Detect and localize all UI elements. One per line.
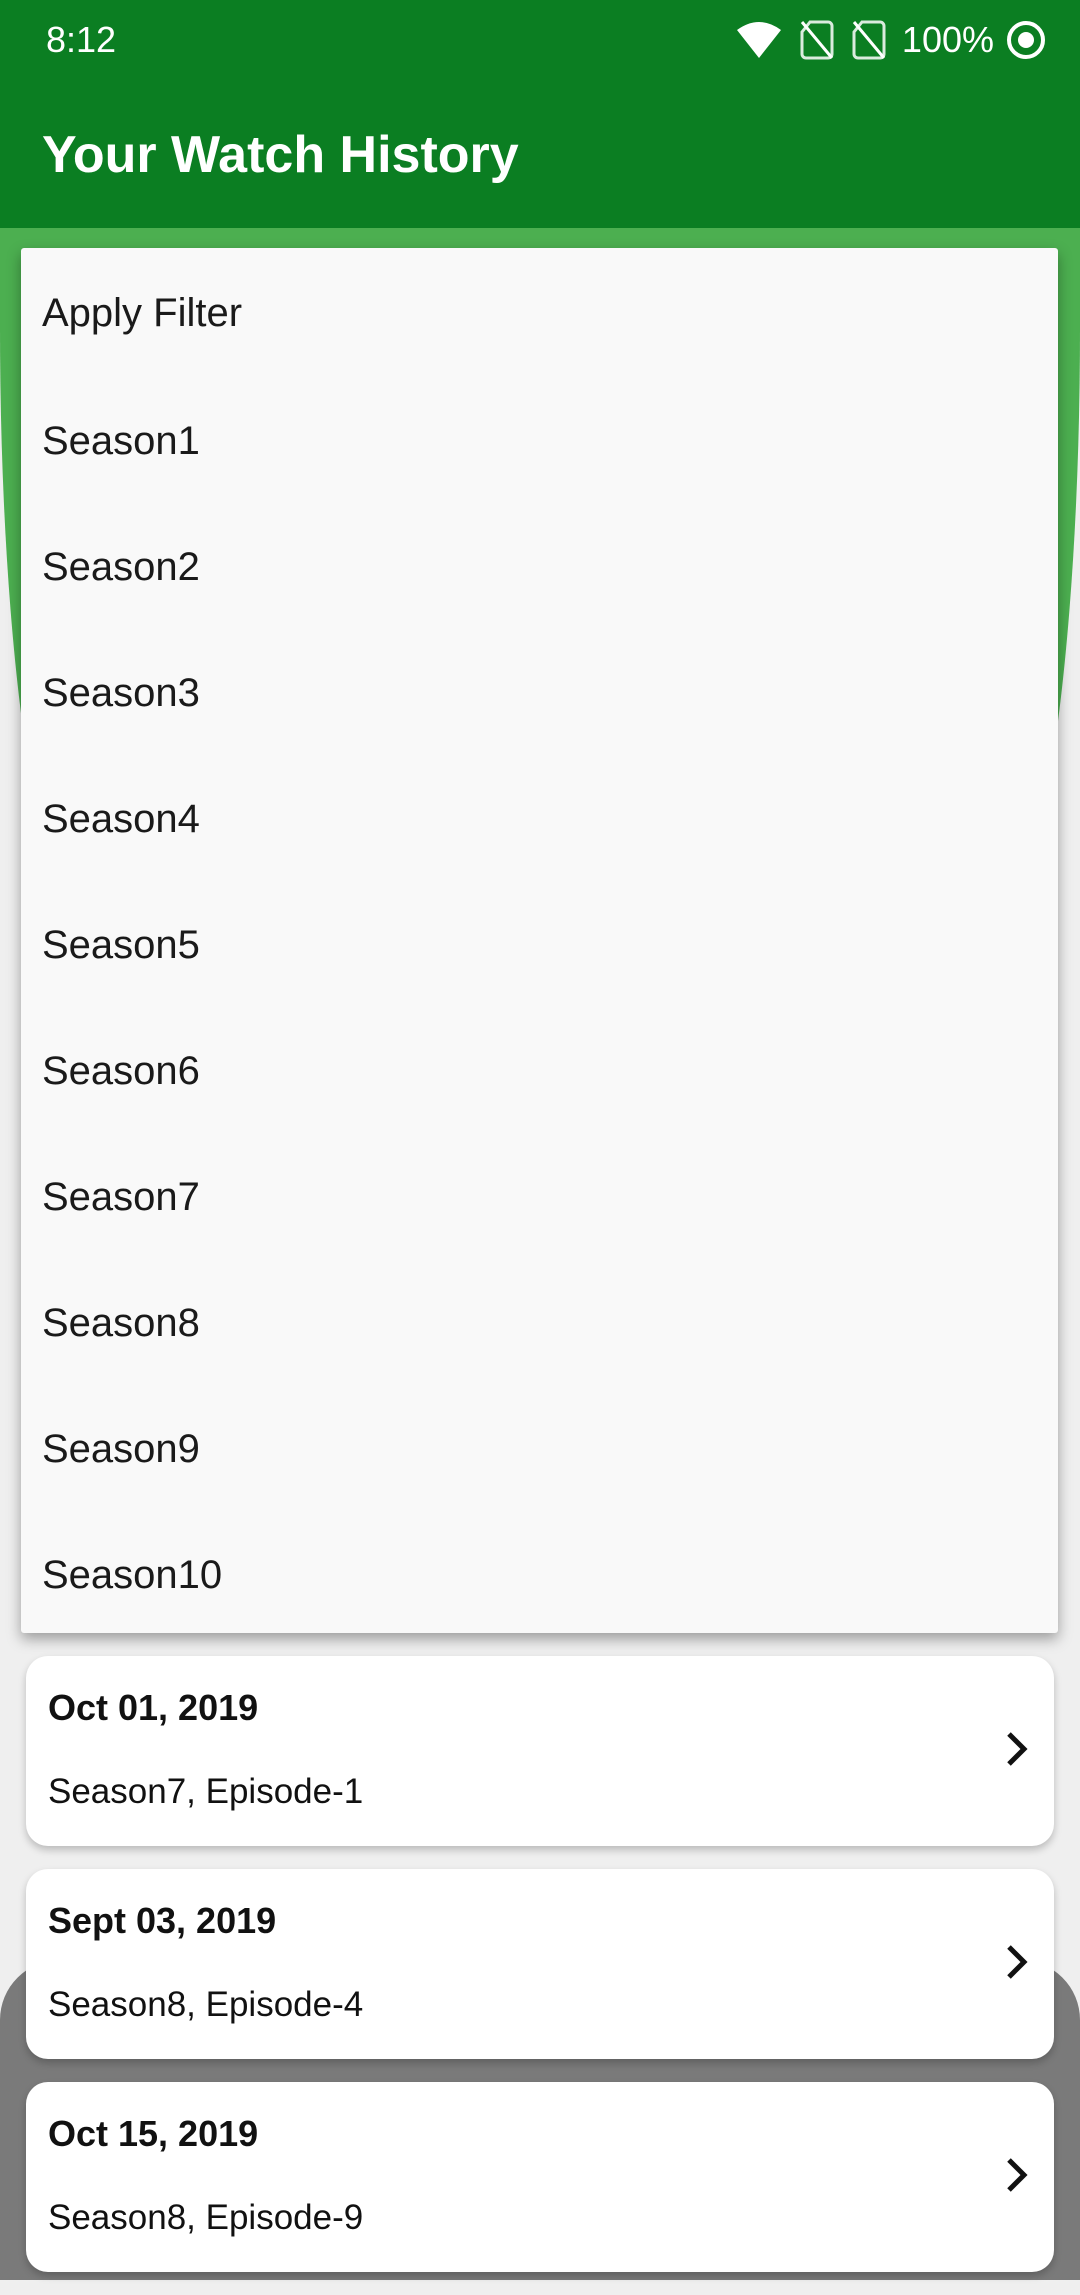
- status-time: 8:12: [46, 19, 117, 60]
- menu-item-season1[interactable]: Season1: [21, 378, 1058, 504]
- chevron-right-icon[interactable]: [992, 1937, 1042, 1987]
- no-sim-icon: [800, 20, 834, 60]
- menu-item-season8[interactable]: Season8: [21, 1260, 1058, 1386]
- history-episode: Season8, Episode-9: [48, 2198, 364, 2237]
- chevron-right-icon[interactable]: [992, 2150, 1042, 2200]
- history-date: Oct 15, 2019: [48, 2113, 259, 2154]
- history-card[interactable]: Oct 15, 2019 Season8, Episode-9: [26, 2082, 1054, 2272]
- battery-percentage: 100%: [901, 19, 994, 60]
- menu-item-season5[interactable]: Season5: [21, 882, 1058, 1008]
- history-date: Sept 03, 2019: [48, 1900, 277, 1941]
- history-date: Oct 01, 2019: [48, 1687, 259, 1728]
- app-bar: Your Watch History: [0, 80, 1080, 228]
- watch-history-list: Oct 01, 2019 Season7, Episode-1 Sept 03,…: [26, 1656, 1054, 2295]
- history-episode: Season8, Episode-4: [48, 1985, 364, 2024]
- history-card[interactable]: Sept 03, 2019 Season8, Episode-4: [26, 1869, 1054, 2059]
- status-bar: 8:12 100%: [0, 0, 1080, 80]
- menu-item-season6[interactable]: Season6: [21, 1008, 1058, 1134]
- wifi-icon: [736, 20, 782, 60]
- menu-item-season10[interactable]: Season10: [21, 1512, 1058, 1638]
- target-icon: [1006, 20, 1046, 60]
- menu-item-season9[interactable]: Season9: [21, 1386, 1058, 1512]
- menu-item-apply-filter[interactable]: Apply Filter: [21, 248, 1058, 378]
- history-episode: Season7, Episode-1: [48, 1772, 364, 1811]
- menu-item-season4[interactable]: Season4: [21, 756, 1058, 882]
- history-card[interactable]: Oct 01, 2019 Season7, Episode-1: [26, 1656, 1054, 1846]
- status-icons: 100%: [736, 16, 1046, 64]
- menu-item-season7[interactable]: Season7: [21, 1134, 1058, 1260]
- no-sim-icon: [852, 20, 886, 60]
- filter-dropdown-menu: Apply Filter Season1 Season2 Season3 Sea…: [21, 248, 1058, 1633]
- chevron-right-icon[interactable]: [992, 1724, 1042, 1774]
- page-title: Your Watch History: [42, 126, 519, 184]
- menu-item-season2[interactable]: Season2: [21, 504, 1058, 630]
- menu-item-season3[interactable]: Season3: [21, 630, 1058, 756]
